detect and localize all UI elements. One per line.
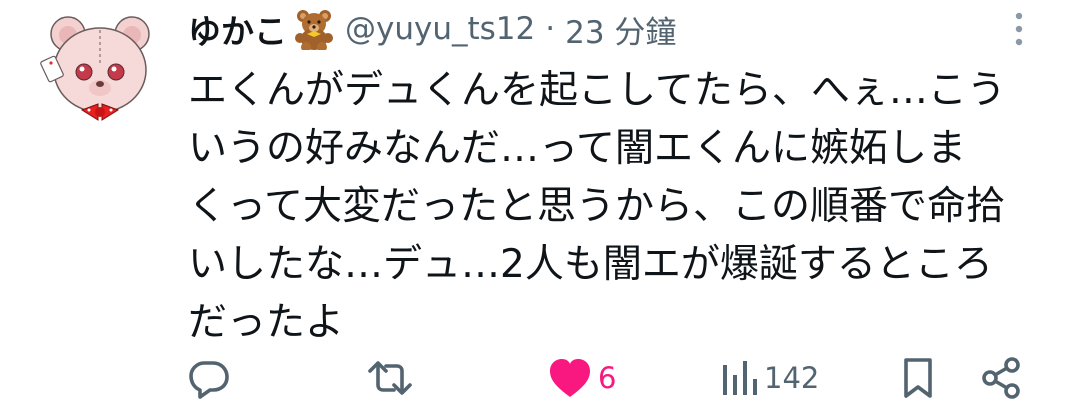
action-bar: 6 142 — [0, 350, 1080, 406]
tweet-text-line: くって大変だったと思うから、この順番で命拾 — [188, 184, 1006, 229]
share-icon — [982, 357, 1020, 399]
bear-avatar-image — [40, 16, 150, 121]
retweet-icon — [368, 361, 412, 395]
more-options-button[interactable] — [1004, 10, 1034, 48]
display-name[interactable]: ゆかこ — [188, 5, 287, 53]
views-button[interactable]: 142 — [720, 350, 819, 406]
more-vertical-icon — [1015, 12, 1023, 46]
avatar[interactable] — [40, 14, 160, 132]
retweet-button[interactable] — [364, 350, 416, 406]
like-count: 6 — [598, 361, 617, 395]
tweet-text-line: だったよ — [188, 300, 345, 345]
bookmark-icon — [904, 358, 932, 398]
reply-icon — [189, 361, 229, 399]
tweet-header: ゆかこ @yuyu_ts12 · 23 分鐘 — [188, 6, 676, 52]
bookmark-button[interactable] — [898, 350, 938, 406]
views-icon — [723, 361, 757, 395]
teddy-bear-icon — [293, 8, 335, 52]
timestamp[interactable]: 23 分鐘 — [565, 7, 676, 52]
tweet-text-line: エくんがデュくんを起こしてたら、へぇ…こう — [188, 68, 1006, 113]
user-handle[interactable]: @yuyu_ts12 — [345, 11, 535, 47]
share-button[interactable] — [978, 350, 1024, 406]
reply-button[interactable] — [186, 350, 232, 406]
header-separator: · — [545, 11, 556, 47]
tweet-text-line: いうの好みなんだ…って闇エくんに嫉妬しま — [188, 126, 967, 171]
heart-icon — [550, 359, 590, 397]
tweet-text-line: いしたな…デュ…2人も闇エが爆誕するところ — [188, 242, 993, 287]
tweet-text: エくんがデュくんを起こしてたら、へぇ…こう いうの好みなんだ…って闇エくんに嫉妬… — [188, 62, 1048, 352]
views-count: 142 — [764, 361, 820, 395]
like-button[interactable]: 6 — [546, 350, 616, 406]
